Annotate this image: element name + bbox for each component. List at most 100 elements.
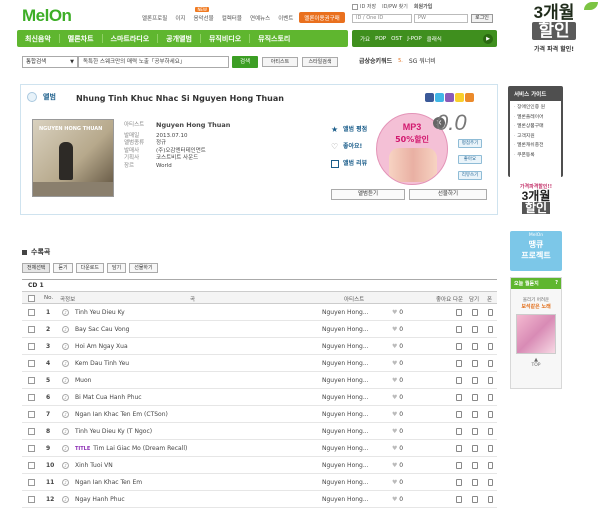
login-button[interactable]: 로그인: [471, 14, 493, 23]
facebook-icon[interactable]: [425, 93, 434, 102]
add-icon[interactable]: [472, 343, 478, 350]
guide-item[interactable]: 멜론상품구매: [514, 122, 561, 132]
track-artist[interactable]: Nguyen Hong...: [322, 445, 369, 452]
row-checkbox[interactable]: [28, 496, 35, 503]
track-title[interactable]: Kem Dau Tinh Yeu: [75, 360, 129, 367]
guide-item[interactable]: 멜론캐쉬충전: [514, 141, 561, 151]
track-artist[interactable]: Nguyen Hong...: [322, 309, 369, 316]
track-title[interactable]: Ngan Ian Khac Ten Em: [75, 479, 142, 486]
hot-keyword[interactable]: 급상승키워드 5. SG 워너비: [359, 56, 436, 66]
add-icon[interactable]: [472, 479, 478, 486]
download-button[interactable]: 다운로드: [75, 263, 105, 273]
track-artist[interactable]: Nguyen Hong...: [322, 377, 369, 384]
thankyou-banner[interactable]: MelOn 땡큐 프로젝트: [510, 231, 562, 271]
track-title[interactable]: Ngay Hanh Phuc: [75, 496, 125, 503]
table-row[interactable]: 7 ♪ Ngan Ian Khac Ten Em (CTSon) Nguyen Hon…: [22, 406, 497, 423]
nav-latest[interactable]: 최신음악: [17, 34, 59, 44]
phone-icon[interactable]: [488, 411, 493, 418]
genre-ost[interactable]: OST: [391, 36, 402, 42]
add-icon[interactable]: [472, 445, 478, 452]
track-like[interactable]: ♥ 0: [392, 411, 403, 418]
add-icon[interactable]: [472, 377, 478, 384]
guide-item[interactable]: 고객지원: [514, 132, 561, 142]
track-like[interactable]: ♥ 0: [392, 309, 403, 316]
track-artist[interactable]: Nguyen Hong...: [322, 394, 369, 401]
row-checkbox[interactable]: [28, 343, 35, 350]
pw-input[interactable]: PW: [414, 14, 468, 23]
album-listen-button[interactable]: 앨범듣기: [331, 189, 405, 200]
table-row[interactable]: 6 ♪ Bi Mat Cua Hanh Phuc Nguyen Hong... ♥ 0: [22, 389, 497, 406]
table-row[interactable]: 3 ♪ Hoi Am Ngay Xua Nguyen Hong... ♥ 0: [22, 338, 497, 355]
track-like[interactable]: ♥ 0: [392, 326, 403, 333]
track-artist[interactable]: Nguyen Hong...: [322, 496, 369, 503]
row-checkbox[interactable]: [28, 462, 35, 469]
table-row[interactable]: 5 ♪ Muon Nguyen Hong... ♥ 0: [22, 372, 497, 389]
download-icon[interactable]: [456, 411, 462, 418]
hot-keyword-text[interactable]: SG 워너비: [409, 56, 436, 65]
track-like[interactable]: ♥ 0: [392, 479, 403, 486]
track-title[interactable]: Xinh Tuoi VN: [75, 462, 113, 469]
table-row[interactable]: 2 ♪ Bay Sac Cau Vong Nguyen Hong... ♥ 0: [22, 321, 497, 338]
add-icon[interactable]: [472, 360, 478, 367]
row-checkbox[interactable]: [28, 394, 35, 401]
track-like[interactable]: ♥ 0: [392, 462, 403, 469]
nav-music-video[interactable]: 뮤직비디오: [201, 34, 249, 44]
track-like[interactable]: ♥ 0: [392, 360, 403, 367]
search-button[interactable]: 검색: [232, 56, 258, 68]
song-info-icon[interactable]: ♪: [62, 445, 69, 452]
album-cover[interactable]: NGUYEN HONG THUAN: [32, 119, 114, 197]
nav-music-story[interactable]: 뮤직스토리: [250, 34, 298, 44]
genre-pop[interactable]: POP: [375, 36, 386, 42]
top-link-gift[interactable]: NEW 음악선물: [193, 7, 214, 22]
download-icon[interactable]: [456, 394, 462, 401]
track-title[interactable]: Bi Mat Cua Hanh Phuc: [75, 394, 142, 401]
song-info-icon[interactable]: ♪: [62, 411, 69, 418]
promo-banner[interactable]: 3개월 할인 가격 파격 할인!: [508, 0, 600, 64]
phone-icon[interactable]: [488, 343, 493, 350]
table-row[interactable]: 4 ♪ Kem Dau Tinh Yeu Nguyen Hong... ♥ 0: [22, 355, 497, 372]
track-artist[interactable]: Nguyen Hong...: [322, 428, 369, 435]
track-title[interactable]: TITLE Tim Lai Giac Mo (Dream Recall): [75, 445, 187, 452]
track-artist[interactable]: Nguyen Hong...: [322, 479, 369, 486]
row-checkbox[interactable]: [28, 428, 35, 435]
phone-icon[interactable]: [488, 377, 493, 384]
track-artist[interactable]: Nguyen Hong...: [322, 411, 369, 418]
song-info-icon[interactable]: ♪: [62, 479, 69, 486]
add-icon[interactable]: [472, 428, 478, 435]
row-checkbox[interactable]: [28, 479, 35, 486]
song-info-icon[interactable]: ♪: [62, 377, 69, 384]
song-info-icon[interactable]: ♪: [62, 343, 69, 350]
row-checkbox[interactable]: [28, 360, 35, 367]
row-checkbox[interactable]: [28, 326, 35, 333]
track-artist[interactable]: Nguyen Hong...: [322, 326, 369, 333]
table-row[interactable]: 9 ♪ TITLE Tim Lai Giac Mo (Dream Recall) Ngu…: [22, 440, 497, 457]
today-pick-image[interactable]: [516, 314, 556, 354]
track-title[interactable]: Ngan Ian Khac Ten Em (CTSon): [75, 411, 168, 418]
phone-icon[interactable]: [488, 462, 493, 469]
track-title[interactable]: Muon: [75, 377, 91, 384]
save-id-checkbox[interactable]: ID 저장: [352, 3, 376, 10]
track-artist[interactable]: Nguyen Hong...: [322, 462, 369, 469]
select-all-button[interactable]: 전체선택: [22, 263, 51, 273]
download-icon[interactable]: [456, 445, 462, 452]
add-icon[interactable]: [472, 462, 478, 469]
link-icon[interactable]: [465, 93, 474, 102]
phone-icon[interactable]: [488, 496, 493, 503]
artist-search-button[interactable]: 아티스트: [262, 57, 298, 67]
melon-logo[interactable]: MelOn: [22, 6, 72, 26]
download-icon[interactable]: [456, 377, 462, 384]
download-icon[interactable]: [456, 479, 462, 486]
phone-icon[interactable]: [488, 479, 493, 486]
phone-icon[interactable]: [488, 360, 493, 367]
track-artist[interactable]: Nguyen Hong...: [322, 343, 369, 350]
guide-item[interactable]: 멜론플레이어: [514, 113, 561, 123]
guide-item[interactable]: 쿠폰등록: [514, 151, 561, 161]
download-icon[interactable]: [456, 360, 462, 367]
select-all-checkbox[interactable]: [28, 295, 35, 302]
download-icon[interactable]: [456, 326, 462, 333]
add-icon[interactable]: [472, 496, 478, 503]
song-info-icon[interactable]: ♪: [62, 428, 69, 435]
search-category-select[interactable]: 통합검색 ▼: [22, 56, 78, 68]
genre-classic[interactable]: 클래식: [427, 35, 442, 43]
nav-radio[interactable]: 스마트라디오: [103, 34, 158, 44]
